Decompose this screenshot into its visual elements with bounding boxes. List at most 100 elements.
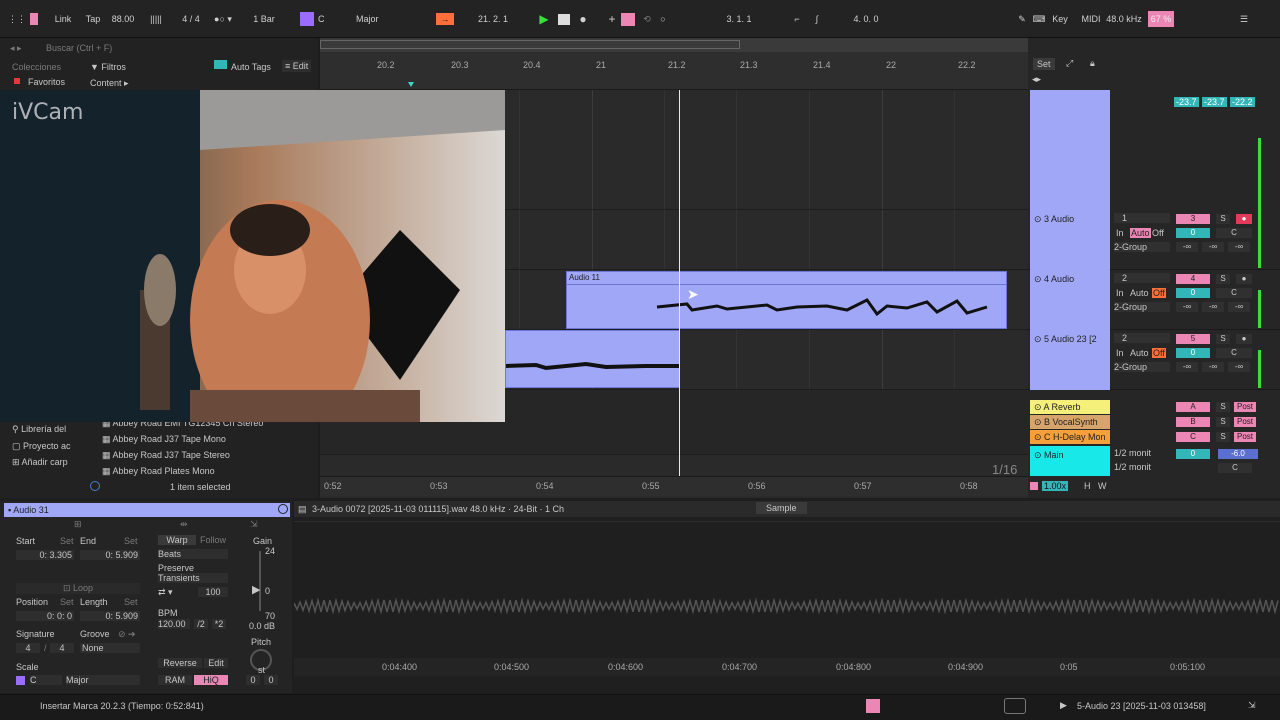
output-dropdown[interactable]: 2-Group	[1114, 302, 1170, 312]
zoom-field[interactable]: 1.00x	[1042, 481, 1069, 491]
loop-marker-icon[interactable]	[408, 82, 414, 87]
nav-arrows-icon[interactable]: ◂ ▸	[10, 43, 22, 54]
nav-arrows-icon[interactable]: ◂▸	[1032, 74, 1041, 85]
record-icon[interactable]: ●○ ▾	[212, 11, 234, 27]
loop-length-field[interactable]: 4. 0. 0	[836, 11, 896, 27]
return-track-c[interactable]: ⊙ C H-Delay Mon	[1030, 430, 1110, 444]
marker-strip[interactable]	[294, 521, 1280, 522]
monitor-in-button[interactable]: In	[1116, 288, 1124, 298]
solo-button[interactable]: S	[1216, 334, 1230, 344]
zoom-icon[interactable]	[1030, 482, 1038, 490]
overview-bar[interactable]	[320, 38, 1028, 52]
half-tempo-button[interactable]: /2	[194, 619, 208, 629]
track-activator[interactable]: 4	[1176, 274, 1210, 284]
expand-icon[interactable]: ⤢	[1066, 58, 1073, 69]
send-b-field[interactable]: -∞	[1202, 242, 1224, 252]
loop-toggle[interactable]: ⊡ Loop	[16, 583, 140, 594]
send-c-field[interactable]: -∞	[1228, 362, 1250, 372]
pan-field[interactable]: C	[1216, 228, 1252, 238]
key-map-button[interactable]: Key	[1050, 11, 1070, 27]
content-header[interactable]: Content ▸	[90, 78, 129, 89]
grid-icon[interactable]: ⋮⋮	[8, 11, 26, 27]
gain-thumb-icon[interactable]: ▶	[252, 583, 260, 596]
cue-output-dropdown[interactable]: 1/2 monit	[1114, 462, 1170, 472]
punch-icon[interactable]: ∫	[810, 11, 824, 27]
post-button[interactable]: Post	[1234, 402, 1256, 412]
main-pan-field[interactable]: C	[1218, 463, 1252, 473]
key-scale-icon[interactable]	[300, 12, 314, 26]
set-end-button[interactable]: Set	[124, 536, 138, 546]
scroll-thumb[interactable]	[1004, 698, 1026, 714]
clip-activator-icon[interactable]	[278, 504, 288, 514]
browser-search-input[interactable]: Buscar (Ctrl + F)	[46, 43, 112, 53]
signature-denominator[interactable]: 4	[50, 643, 74, 653]
main-level-field[interactable]: -6.0	[1218, 449, 1258, 459]
arrangement-toggle-icon[interactable]	[30, 13, 38, 25]
follow-icon[interactable]: →	[436, 13, 454, 25]
time-ruler[interactable]: 0:52 0:53 0:54 0:55 0:56 0:57 0:58	[320, 476, 1028, 496]
preview-icon[interactable]	[90, 481, 100, 491]
set-button[interactable]: Set	[1033, 58, 1055, 70]
monitor-in-button[interactable]: In	[1116, 228, 1124, 238]
sample-time-ruler[interactable]: 0:04:400 0:04:500 0:04:600 0:04:700 0:04…	[294, 658, 1280, 676]
send-b-field[interactable]: -∞	[1202, 302, 1224, 312]
draw-mode-icon[interactable]: ✎	[1016, 11, 1028, 27]
add-icon[interactable]: +	[605, 11, 619, 27]
arm-button-icon[interactable]: ●	[1236, 274, 1252, 284]
scale-key-dropdown[interactable]: C	[30, 675, 62, 685]
scale-dropdown[interactable]: Major	[356, 11, 412, 27]
track-name[interactable]: ⊙ 4 Audio	[1030, 270, 1110, 330]
envelope-field[interactable]: 100	[198, 587, 228, 597]
loop-icon[interactable]: ⌐	[790, 11, 804, 27]
record-button-icon[interactable]: ●	[576, 11, 590, 27]
keyboard-icon[interactable]: ⌨	[1032, 11, 1046, 27]
solo-button[interactable]: S	[1216, 402, 1230, 412]
stop-icon[interactable]	[558, 14, 570, 25]
follow-button[interactable]: Follow	[198, 535, 228, 545]
return-activator[interactable]: C	[1176, 432, 1210, 442]
monitor-in-button[interactable]: In	[1116, 348, 1124, 358]
playhead[interactable]	[679, 90, 680, 476]
pitch-cents-field[interactable]: 0	[264, 675, 278, 685]
pitch-semitones-field[interactable]: 0	[246, 675, 260, 685]
monitor-auto-button[interactable]: Auto	[1130, 228, 1151, 238]
start-field[interactable]: 0: 3.305	[16, 550, 74, 560]
tab-clip-icon[interactable]: ⊞	[74, 519, 82, 530]
sample-editor[interactable]: ▤ 3-Audio 0072 [2025-11-03 011115].wav 4…	[294, 501, 1280, 693]
tap-button[interactable]: Tap	[82, 11, 104, 27]
audio-clip[interactable]: Audio 11	[566, 271, 1007, 329]
input-channel-dropdown[interactable]: 2	[1114, 333, 1170, 343]
tab-sample[interactable]: Sample	[756, 502, 807, 514]
return-track-a[interactable]: ⊙ A Reverb	[1030, 400, 1110, 414]
track-header-color[interactable]	[1030, 90, 1110, 210]
solo-button[interactable]: S	[1216, 417, 1230, 427]
quantize-dropdown[interactable]: 1 Bar	[244, 11, 284, 27]
expand-icon[interactable]: ⇲	[1248, 700, 1256, 711]
w-toggle[interactable]: W	[1098, 481, 1107, 491]
lock-icon[interactable]: 🔒︎	[1090, 58, 1095, 69]
set-position-button[interactable]: Set	[60, 597, 74, 607]
post-button[interactable]: Post	[1234, 432, 1256, 442]
track-row[interactable]: ⊙ 5 Audio 23 [2 2 In Auto Off 2-Group 5 …	[1028, 330, 1280, 390]
set-start-button[interactable]: Set	[60, 536, 74, 546]
volume-field[interactable]: 0	[1176, 228, 1210, 238]
meter-field[interactable]: 4 / 4	[176, 11, 206, 27]
key-dropdown[interactable]: C	[318, 11, 348, 27]
position-field[interactable]: 21. 2. 1	[462, 11, 524, 27]
auto-tags-label[interactable]: Auto Tags	[231, 62, 271, 72]
beat-ruler[interactable]: 20.2 20.3 20.4 21 21.2 21.3 21.4 22 22.2	[320, 52, 1028, 90]
send-c-field[interactable]: -∞	[1228, 242, 1250, 252]
detail-toggle-icon[interactable]: ▶	[1060, 700, 1067, 711]
menu-icon[interactable]: ☰	[1236, 11, 1252, 27]
ram-button[interactable]: RAM	[158, 675, 192, 685]
pan-field[interactable]: C	[1216, 348, 1252, 358]
preserve-dropdown[interactable]: Transients	[158, 573, 228, 583]
send-a-field[interactable]: -∞	[1176, 302, 1198, 312]
end-field[interactable]: 0: 5.909	[80, 550, 140, 560]
automation-arm-icon[interactable]	[621, 13, 635, 26]
favorites-item[interactable]: Favoritos	[28, 77, 65, 87]
set-length-button[interactable]: Set	[124, 597, 138, 607]
volume-field[interactable]: 0	[1176, 348, 1210, 358]
browser-item[interactable]: ▦ Abbey Road J37 Tape Stereo	[102, 450, 230, 461]
track-activator[interactable]: 3	[1176, 214, 1210, 224]
